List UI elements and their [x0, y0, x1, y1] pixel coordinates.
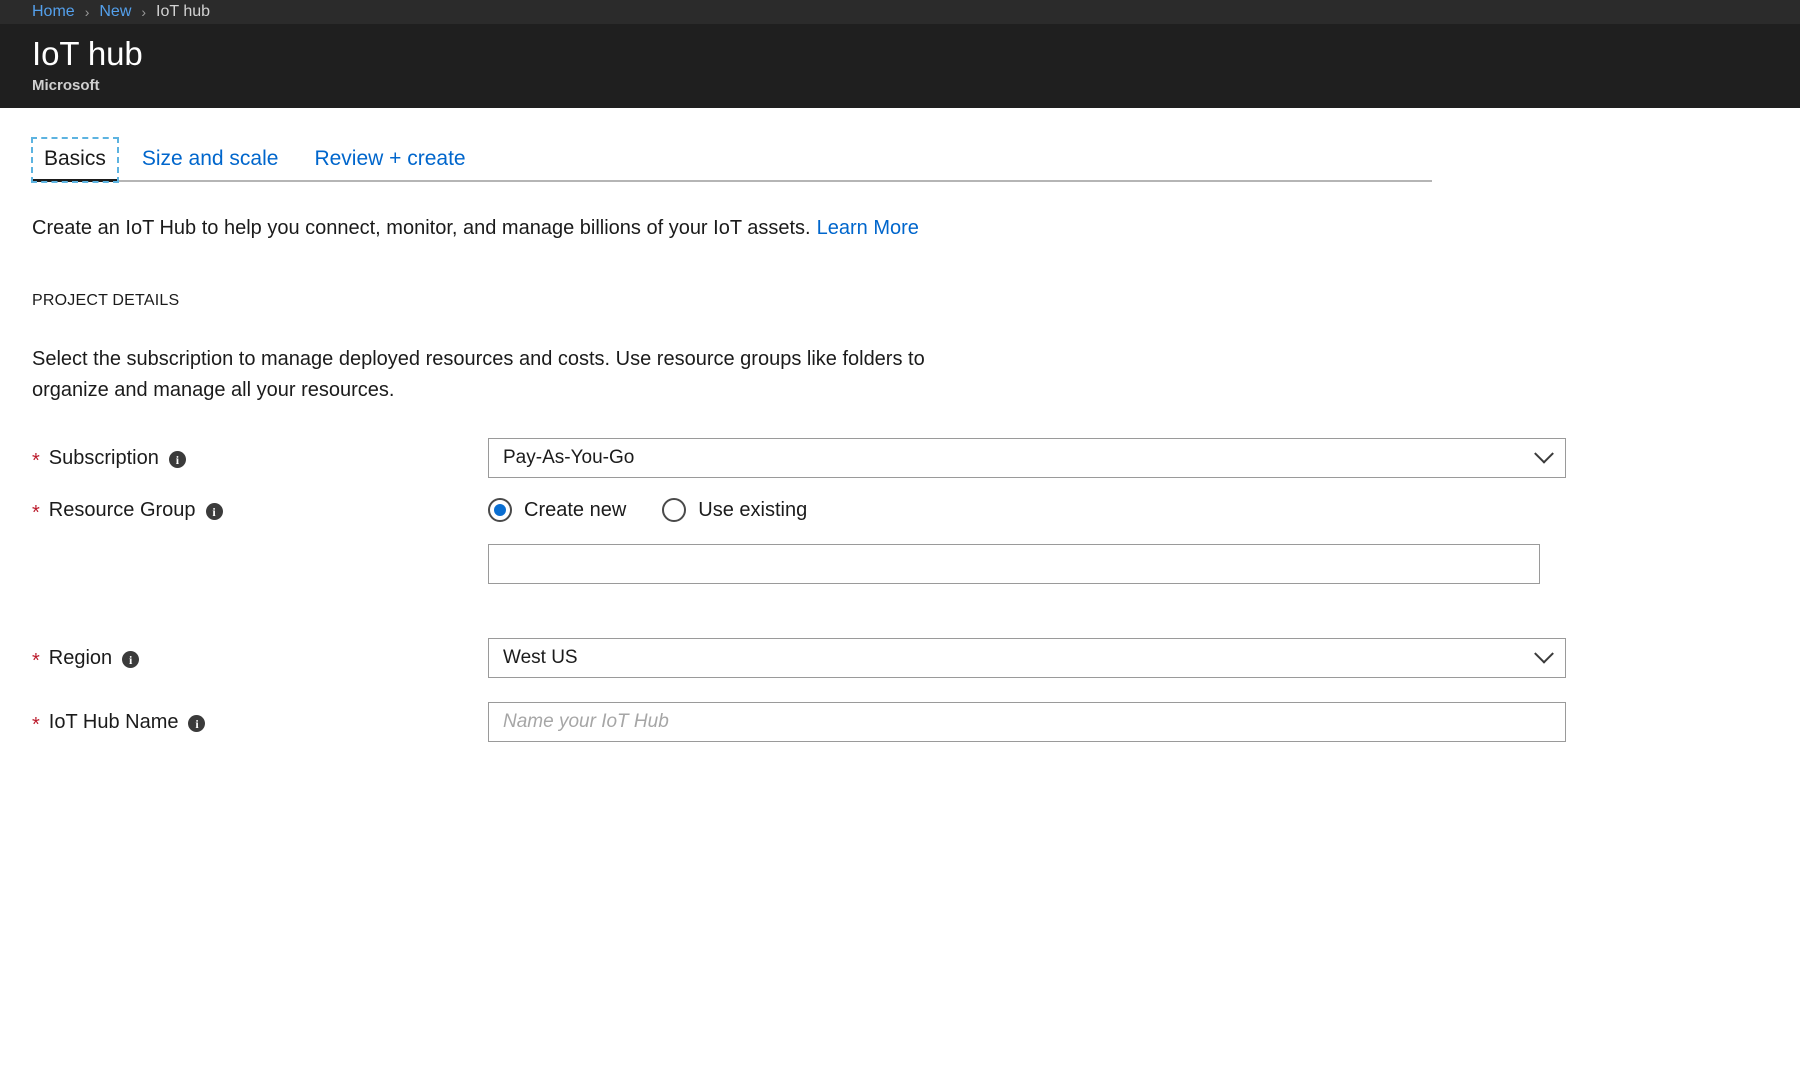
resource-group-radio-group: Create new Use existing: [488, 490, 1800, 530]
breadcrumb-separator-icon: ›: [84, 4, 90, 20]
iot-hub-name-label: * IoT Hub Name i: [32, 700, 488, 736]
subscription-label-text: Subscription: [48, 447, 159, 469]
breadcrumb-item-home[interactable]: Home: [32, 3, 75, 21]
info-icon[interactable]: i: [168, 451, 186, 468]
iot-hub-basics-form: * Subscription i Pay-As-You-Go * Resourc…: [32, 436, 1800, 742]
subscription-label: * Subscription i: [32, 436, 488, 472]
breadcrumb-item-iot-hub: IoT hub: [156, 3, 211, 20]
required-asterisk: *: [32, 449, 40, 472]
region-label-text: Region: [48, 647, 113, 669]
resource-group-name-input[interactable]: [488, 544, 1540, 584]
tab-review-create[interactable]: Review + create: [302, 138, 477, 182]
chevron-down-icon: [1534, 643, 1554, 664]
iot-hub-name-label-text: IoT Hub Name: [48, 711, 179, 733]
form-row-resource-group: * Resource Group i Create new Use existi…: [32, 488, 1800, 584]
info-icon[interactable]: i: [122, 651, 140, 668]
section-description: Select the subscription to manage deploy…: [32, 348, 925, 401]
chevron-down-icon: [1534, 443, 1554, 464]
resource-group-field-wrap: Create new Use existing: [488, 488, 1800, 584]
page-title: IoT hub: [32, 35, 143, 72]
tab-basics[interactable]: Basics: [31, 137, 119, 183]
radio-selected-icon: [488, 498, 512, 522]
region-select[interactable]: West US: [488, 638, 1566, 678]
region-field-wrap: West US: [488, 636, 1800, 678]
radio-create-new[interactable]: Create new: [488, 498, 626, 522]
learn-more-link[interactable]: Learn More: [817, 217, 919, 239]
form-row-iot-hub-name: * IoT Hub Name i Name your IoT Hub: [32, 700, 1800, 742]
radio-use-existing[interactable]: Use existing: [662, 498, 807, 522]
info-icon[interactable]: i: [188, 715, 206, 732]
required-asterisk: *: [32, 501, 40, 524]
info-icon[interactable]: i: [205, 503, 223, 520]
tab-bar: Basics Size and scale Review + create: [31, 130, 1800, 183]
breadcrumb: Home › New › IoT hub: [0, 0, 1800, 24]
subscription-value: Pay-As-You-Go: [503, 447, 635, 468]
required-asterisk: *: [32, 649, 40, 672]
iot-hub-name-input[interactable]: Name your IoT Hub: [488, 702, 1566, 742]
tab-size-and-scale[interactable]: Size and scale: [130, 138, 291, 182]
required-asterisk: *: [32, 713, 40, 736]
page-publisher: Microsoft: [32, 77, 100, 94]
resource-group-label: * Resource Group i: [32, 488, 488, 524]
breadcrumb-item-new[interactable]: New: [99, 3, 131, 21]
radio-create-new-label: Create new: [524, 498, 627, 521]
iot-hub-name-placeholder: Name your IoT Hub: [503, 711, 669, 732]
page-header: IoT hub Microsoft: [0, 24, 1800, 108]
iot-hub-name-field-wrap: Name your IoT Hub: [488, 700, 1800, 742]
subscription-select[interactable]: Pay-As-You-Go: [488, 438, 1566, 478]
breadcrumb-separator-icon: ›: [141, 4, 147, 20]
intro-description: Create an IoT Hub to help you connect, m…: [32, 217, 811, 239]
form-row-region: * Region i West US: [32, 636, 1800, 678]
section-heading-project-details: PROJECT DETAILS: [32, 292, 180, 309]
region-value: West US: [503, 647, 578, 668]
main-content: Basics Size and scale Review + create Cr…: [0, 130, 1800, 742]
radio-unselected-icon: [662, 498, 687, 522]
radio-use-existing-label: Use existing: [698, 498, 808, 521]
intro-text: Create an IoT Hub to help you connect, m…: [32, 214, 1800, 242]
resource-group-label-text: Resource Group: [48, 499, 196, 521]
subscription-field-wrap: Pay-As-You-Go: [488, 436, 1800, 478]
region-label: * Region i: [32, 636, 488, 672]
form-row-subscription: * Subscription i Pay-As-You-Go: [32, 436, 1800, 478]
